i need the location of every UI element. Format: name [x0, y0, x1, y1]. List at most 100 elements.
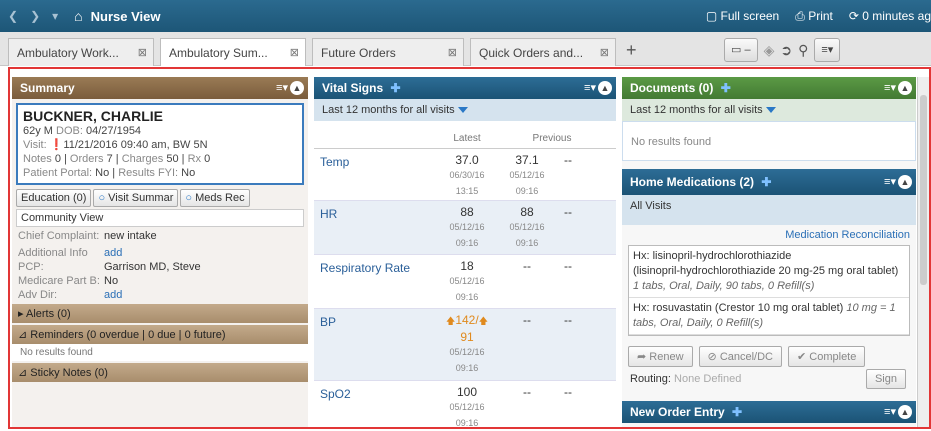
vitals-table: Latest Previous Temp 37.0 06/30/16 13:15 3… — [314, 129, 616, 427]
vital-row-respiratory-rate[interactable]: Respiratory Rate 18 05/12/16 09:16 -- -- — [314, 255, 616, 309]
menu-button[interactable]: ≡▾ — [814, 38, 841, 62]
community-view[interactable]: Community View — [16, 209, 304, 227]
medicare-row: Medicare Part B: No — [18, 274, 302, 288]
pcp-label: PCP: — [18, 261, 44, 273]
tab-ambulatory-work[interactable]: Ambulatory Work... ⊠ — [8, 38, 154, 66]
tab-label: Quick Orders and... — [479, 46, 584, 60]
alerts-section[interactable]: ▸ Alerts (0) — [12, 304, 308, 323]
portal-label: Patient Portal: — [23, 167, 93, 179]
close-icon[interactable]: ⊠ — [448, 46, 457, 59]
pcp-row: PCP: Garrison MD, Steve — [18, 260, 302, 274]
sign-button[interactable]: Sign — [865, 369, 906, 389]
vital-latest: 88 — [460, 205, 474, 219]
full-screen-label: Full screen — [720, 9, 780, 23]
add-icon[interactable]: ✚ — [721, 81, 731, 95]
menu-icon[interactable]: ≡▾ — [884, 81, 896, 94]
collapse-icon[interactable]: ▲ — [290, 81, 304, 95]
additional-info-link[interactable]: add — [104, 246, 122, 260]
tag-icon[interactable]: ◈ — [764, 42, 775, 59]
forward-arrow-icon[interactable]: ❯ — [30, 9, 40, 23]
close-icon[interactable]: ⊠ — [600, 46, 609, 59]
vital-name: HR — [320, 207, 338, 221]
tab-quick-orders[interactable]: Quick Orders and... ⊠ — [470, 38, 616, 66]
vital-previous-time: 09:16 — [515, 186, 539, 196]
meds-rec-button[interactable]: ○ Meds Rec — [180, 189, 250, 207]
collapse-icon[interactable]: ▲ — [898, 175, 912, 189]
close-icon[interactable]: ⊠ — [138, 46, 147, 59]
routing-value: None Defined — [674, 373, 742, 385]
vital-row-hr[interactable]: HR 88 05/12/16 09:16 88 05/12/16 09:16 -- — [314, 201, 616, 255]
vital-row-spo2[interactable]: SpO2 100 05/12/16 09:16 -- -- — [314, 381, 616, 427]
menu-icon[interactable]: ≡▾ — [584, 81, 596, 94]
close-icon[interactable]: ⊠ — [290, 46, 299, 59]
vital-extra: -- — [564, 153, 572, 167]
circle-icon: ○ — [185, 192, 193, 204]
refresh-button[interactable]: ⟳ 0 minutes ag — [849, 9, 931, 23]
nav-buttons: ❮ ❯ ▾ ⌂ — [0, 8, 83, 24]
orders-count: 7 — [106, 153, 113, 165]
dob: 04/27/1954 — [86, 125, 142, 137]
med-actions: ➦ Renew ⊘ Cancel/DC ✔ Complete — [622, 340, 916, 369]
med-reconciliation-link[interactable]: Medication Reconciliation — [622, 225, 916, 241]
dropdown-icon[interactable]: ▾ — [52, 9, 58, 23]
complete-button[interactable]: ✔ Complete — [788, 346, 866, 367]
vital-latest: 100 — [456, 385, 478, 399]
home-icon[interactable]: ⌂ — [74, 8, 82, 24]
caret-down-icon — [765, 107, 776, 114]
education-button[interactable]: Education (0) — [16, 189, 92, 207]
med-name: lisinopril-hydrochlorothiazide — [652, 250, 792, 262]
home-meds-filter[interactable]: All Visits — [622, 195, 916, 225]
vitals-filter[interactable]: Last 12 months for all visits — [314, 99, 616, 121]
menu-icon[interactable]: ≡▾ — [884, 175, 896, 188]
exit-icon[interactable]: ➲ — [780, 42, 792, 59]
collapse-icon[interactable]: ▲ — [898, 81, 912, 95]
renew-button[interactable]: ➦ Renew — [628, 346, 693, 367]
search-icon[interactable]: ⚲ — [798, 42, 808, 59]
collapse-icon[interactable]: ▲ — [898, 405, 912, 419]
vital-extra: -- — [564, 385, 572, 399]
visit-summary-button[interactable]: ○ Visit Summar — [93, 189, 179, 207]
med-item[interactable]: Hx: lisinopril-hydrochlorothiazide (lisi… — [629, 246, 909, 298]
full-screen-button[interactable]: ▢ Full screen — [706, 9, 779, 23]
add-tab-icon[interactable]: + — [626, 40, 637, 61]
refresh-label: 0 minutes ag — [862, 9, 931, 23]
reminders-section[interactable]: ⊿ Reminders (0 overdue | 0 due | 0 futur… — [12, 325, 308, 344]
sticky-notes-label: Sticky Notes (0) — [30, 367, 108, 379]
documents-filter[interactable]: Last 12 months for all visits — [622, 99, 916, 121]
alert-icon: ❗ — [49, 139, 64, 151]
minimize-button[interactable]: ▭ – — [724, 38, 758, 62]
add-icon[interactable]: ✚ — [390, 81, 400, 95]
print-button[interactable]: ⎙ Print — [795, 9, 833, 24]
collapse-icon[interactable]: ▲ — [598, 81, 612, 95]
back-arrow-icon[interactable]: ❮ — [8, 9, 18, 23]
high-arrow-icon: 🡅 — [478, 316, 488, 326]
charges-count: 50 — [166, 153, 179, 165]
tab-ambulatory-summary[interactable]: Ambulatory Sum... ⊠ — [160, 38, 306, 66]
scrollbar[interactable] — [917, 77, 929, 427]
window-title: Nurse View — [90, 8, 161, 24]
vital-latest-time: 09:16 — [455, 363, 479, 373]
add-icon[interactable]: ✚ — [761, 175, 771, 189]
collapse-triangle-icon: ⊿ — [18, 367, 28, 379]
cancel-dc-button[interactable]: ⊘ Cancel/DC — [698, 346, 782, 367]
adv-dir-link[interactable]: add — [104, 288, 122, 302]
results-label: Results FYI: — [118, 167, 179, 179]
menu-icon[interactable]: ≡▾ — [884, 405, 896, 418]
vital-latest-date: 05/12/16 — [449, 402, 485, 412]
visit-date: 11/21/2016 09:40 am, — [63, 139, 170, 151]
tab-future-orders[interactable]: Future Orders ⊠ — [312, 38, 464, 66]
new-order-header: New Order Entry ✚ ≡▾ ▲ — [622, 401, 916, 423]
check-icon: ✔ — [797, 351, 807, 363]
documents-header: Documents (0) ✚ ≡▾ ▲ — [622, 77, 916, 99]
adv-dir-row: Adv Dir: add — [18, 288, 302, 302]
notes-label: Notes — [23, 153, 52, 165]
sticky-notes-section[interactable]: ⊿ Sticky Notes (0) — [12, 363, 308, 382]
menu-icon[interactable]: ≡▾ — [276, 81, 288, 94]
col-latest: Latest — [453, 133, 481, 144]
scrollbar-thumb[interactable] — [920, 95, 927, 285]
vital-row-temp[interactable]: Temp 37.0 06/30/16 13:15 37.1 05/12/16 09:16… — [314, 149, 616, 201]
vital-row-bp[interactable]: BP 🡅142/🡅 91 05/12/16 09:16 -- -- — [314, 309, 616, 381]
med-item[interactable]: Hx: rosuvastatin (Crestor 10 mg oral tab… — [629, 298, 909, 335]
renew-icon: ➦ — [637, 351, 647, 363]
add-icon[interactable]: ✚ — [732, 405, 742, 419]
